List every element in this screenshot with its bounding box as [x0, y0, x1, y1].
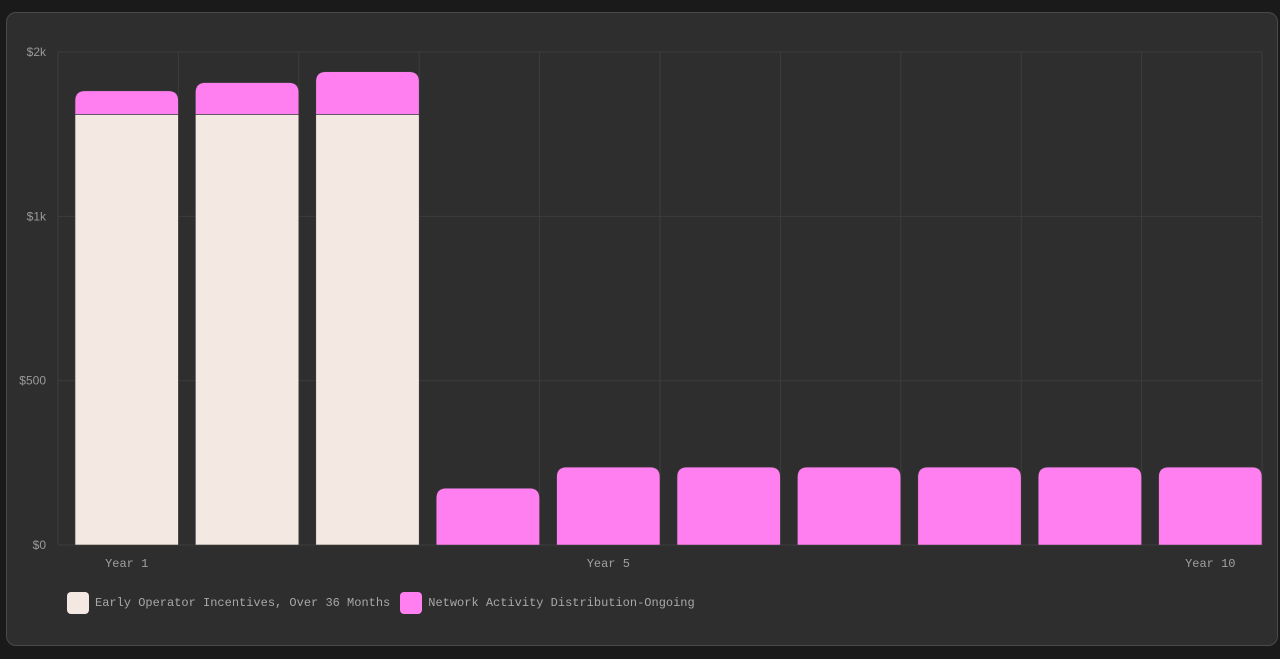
y-tick-label: $0: [33, 538, 47, 552]
bars: [74, 71, 1263, 546]
legend: Early Operator Incentives, Over 36 Month…: [67, 592, 695, 614]
legend-swatch-early-operator: [67, 592, 89, 614]
legend-item-early-operator[interactable]: Early Operator Incentives, Over 36 Month…: [67, 592, 390, 614]
legend-label-network-activity: Network Activity Distribution-Ongoing: [428, 596, 695, 610]
stacked-bar-chart: $0 $500 $1k $2k Year 1 Year 5 Year 10: [19, 45, 1263, 571]
bar-network-activity[interactable]: [195, 82, 300, 115]
bar-early-operator[interactable]: [195, 114, 300, 546]
y-tick-label: $2k: [27, 45, 47, 59]
bar-network-activity[interactable]: [676, 466, 781, 546]
bar-network-activity[interactable]: [1158, 466, 1263, 546]
bar-network-activity[interactable]: [556, 466, 661, 546]
bar-network-activity[interactable]: [74, 90, 179, 115]
x-axis-ticks: Year 1 Year 5 Year 10: [105, 557, 1235, 571]
y-tick-label: $500: [19, 374, 46, 388]
legend-label-early-operator: Early Operator Incentives, Over 36 Month…: [95, 596, 391, 610]
x-tick-label: Year 10: [1185, 557, 1235, 571]
legend-item-network-activity[interactable]: Network Activity Distribution-Ongoing: [400, 592, 695, 614]
bar-network-activity[interactable]: [797, 466, 902, 546]
x-tick-label: Year 5: [587, 557, 630, 571]
x-tick-label: Year 1: [105, 557, 148, 571]
bar-early-operator[interactable]: [315, 114, 420, 546]
bar-network-activity[interactable]: [315, 71, 420, 115]
bar-network-activity[interactable]: [1037, 466, 1142, 546]
y-axis-ticks: $0 $500 $1k $2k: [19, 45, 47, 552]
bar-network-activity[interactable]: [435, 487, 540, 546]
bar-early-operator[interactable]: [74, 114, 179, 546]
bar-network-activity[interactable]: [917, 466, 1022, 546]
y-tick-label: $1k: [27, 209, 47, 223]
legend-swatch-network-activity: [400, 592, 423, 614]
